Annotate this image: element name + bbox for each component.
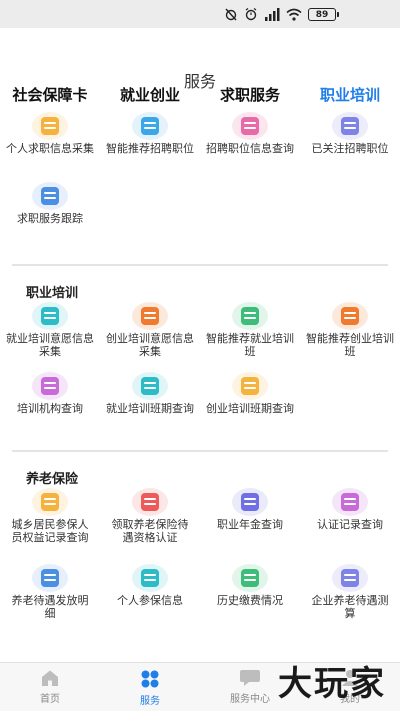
service-item[interactable]: 企业养老待遇测算 [300,564,400,634]
resident-insurance-record-icon [32,488,68,516]
service-item-label: 创业培训意愿信息采集 [106,332,194,358]
service-item[interactable]: 城乡居民参保人员权益记录查询 [0,488,100,564]
payment-history-icon [232,564,268,592]
service-item[interactable]: 已关注招聘职位 [300,112,400,182]
service-item-label: 就业培训班期查询 [106,402,194,415]
job-services-grid: 个人求职信息采集 智能推荐招聘职位 招聘职位信息查询 已关注招聘职位 求职服务跟… [0,112,400,252]
enterprise-pension-calc-icon [332,564,368,592]
wifi-icon [286,8,302,21]
section-title-pension: 养老保险 [26,472,79,487]
tabbar-label: 服务中心 [230,694,270,705]
section-title-vocational-training: 职业培训 [26,286,79,301]
status-bar: 89 [0,0,400,28]
service-item[interactable]: 养老待遇发放明细 [0,564,100,634]
service-item-label: 已关注招聘职位 [311,142,389,155]
services-grid-icon [141,670,159,688]
service-item-label: 个人求职信息采集 [6,142,94,155]
status-icons [224,7,302,21]
service-item[interactable]: 智能推荐创业培训班 [300,302,400,372]
service-item[interactable]: 就业培训班期查询 [100,372,200,442]
chat-bubble-icon [240,670,260,686]
service-item-label: 智能推荐就业培训班 [206,332,294,358]
occupational-annuity-icon [232,488,268,516]
service-item[interactable]: 历史缴费情况 [200,564,300,634]
tabbar-label: 服务 [140,696,160,707]
service-item-label: 求职服务跟踪 [17,212,83,225]
service-item-label: 养老待遇发放明细 [11,594,89,620]
recommend-employment-class-icon [232,302,268,330]
service-item-label: 培训机构查询 [17,402,83,415]
tabbar-item-services[interactable]: 服务 [100,663,200,711]
service-item-label: 认证记录查询 [317,518,383,531]
alarm-clock-icon [245,8,257,21]
personal-job-info-icon [32,112,68,140]
followed-job-icon [332,112,368,140]
employment-class-query-icon [132,372,168,400]
service-item[interactable]: 创业培训班期查询 [200,372,300,442]
employment-training-intent-icon [32,302,68,330]
job-tracking-icon [32,182,68,210]
service-item-label: 历史缴费情况 [217,594,283,607]
training-institution-icon [32,372,68,400]
startup-training-intent-icon [132,302,168,330]
tabbar-label: 首页 [40,694,60,705]
service-item[interactable]: 培训机构查询 [0,372,100,442]
service-item[interactable]: 领取养老保险待遇资格认证 [100,488,200,564]
service-item[interactable]: 认证记录查询 [300,488,400,564]
smart-recommend-job-icon [132,112,168,140]
pension-grid: 城乡居民参保人员权益记录查询 领取养老保险待遇资格认证 职业年金查询 认证记录查… [0,488,400,634]
service-item[interactable]: 智能推荐招聘职位 [100,112,200,182]
service-item-label: 智能推荐招聘职位 [106,142,194,155]
tabbar-item-home[interactable]: 首页 [0,663,100,711]
service-item-label: 就业培训意愿信息采集 [6,332,94,358]
service-item[interactable]: 职业年金查询 [200,488,300,564]
alarm-off-icon [225,8,237,21]
service-item[interactable]: 创业培训意愿信息采集 [100,302,200,372]
home-icon [42,670,58,686]
watermark-text: 大玩家 [278,664,386,704]
personal-insurance-info-icon [132,564,168,592]
service-item[interactable]: 个人求职信息采集 [0,112,100,182]
service-item-label: 智能推荐创业培训班 [306,332,394,358]
service-item[interactable]: 求职服务跟踪 [0,182,100,252]
service-item[interactable]: 个人参保信息 [100,564,200,634]
recommend-startup-class-icon [332,302,368,330]
service-item-label: 招聘职位信息查询 [206,142,294,155]
service-item-label: 企业养老待遇测算 [311,594,389,620]
vocational-training-grid: 就业培训意愿信息采集 创业培训意愿信息采集 智能推荐就业培训班 智能推荐创业培训… [0,302,400,442]
pension-payment-detail-icon [32,564,68,592]
service-item-label: 城乡居民参保人员权益记录查询 [11,518,89,544]
service-item[interactable]: 招聘职位信息查询 [200,112,300,182]
signal-icon [265,7,280,21]
startup-class-query-icon [232,372,268,400]
pension-qualification-icon [132,488,168,516]
service-item[interactable]: 就业培训意愿信息采集 [0,302,100,372]
service-item-label: 创业培训班期查询 [206,402,294,415]
service-item[interactable]: 智能推荐就业培训班 [200,302,300,372]
service-item-label: 职业年金查询 [217,518,283,531]
battery-indicator: 89 [308,8,339,21]
service-item-label: 领取养老保险待遇资格认证 [111,518,189,544]
service-item-label: 个人参保信息 [117,594,183,607]
certification-record-icon [332,488,368,516]
job-query-icon [232,112,268,140]
